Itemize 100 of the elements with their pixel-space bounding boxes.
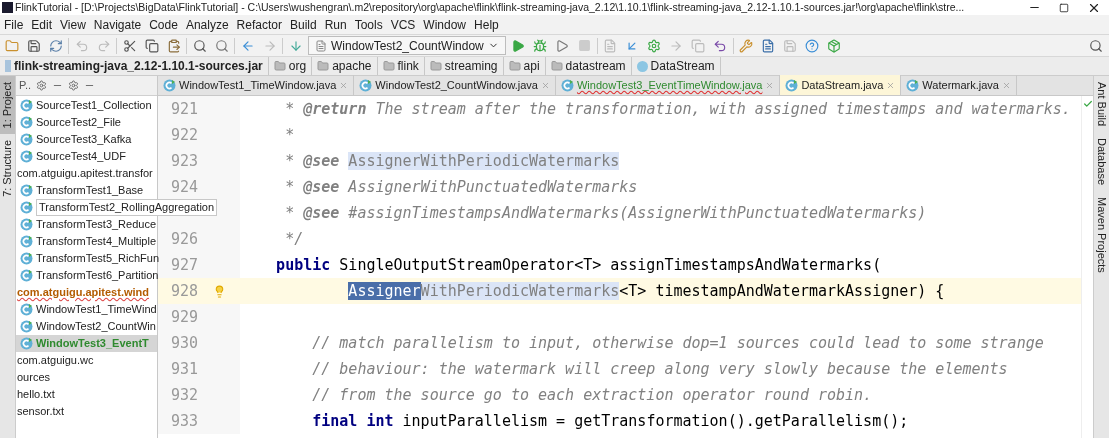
class-icon (163, 78, 176, 92)
line-number: 923 (170, 150, 198, 172)
folder-icon (317, 60, 330, 72)
line-number: 930 (170, 332, 198, 354)
code-line: // from the source go to each extraction operator round robin. (312, 385, 873, 405)
tree-item[interactable]: SourceTest2_File (16, 114, 157, 131)
editor-tab[interactable]: WindowTest2_CountWindow.java (354, 75, 556, 95)
folder-icon (508, 60, 521, 72)
tree-item[interactable]: SourceTest1_Collection (16, 97, 157, 114)
code-line: // behaviour: the watermark will creep along very slowly because the elements (312, 359, 1008, 379)
tree-item[interactable]: TransformTest4_Multiple (16, 233, 157, 250)
code-line: * (285, 125, 295, 145)
tree-item[interactable]: ources (16, 369, 157, 386)
folder-icon (429, 60, 442, 72)
line-number: 922 (170, 124, 198, 146)
settings-icon[interactable] (68, 80, 80, 91)
tree-item-label: WindowTest1_TimeWind (36, 302, 157, 317)
code-line: */ (285, 229, 304, 249)
menu-item[interactable]: Help (470, 15, 503, 34)
tree-item[interactable]: hello.txt (16, 386, 157, 403)
package-label: com.atguigu.apitest.wind (17, 285, 149, 300)
restore-icon[interactable] (1059, 2, 1069, 13)
file-icon (315, 39, 327, 52)
tree-item-label: hello.txt (17, 387, 55, 402)
menu-item[interactable]: Navigate (89, 15, 146, 34)
breadcrumb-item[interactable]: flink-streaming-java_2.12-1.10.1-sources.jar (0, 57, 269, 75)
breadcrumb-item[interactable]: org (268, 57, 313, 75)
tree-item[interactable]: WindowTest1_TimeWind (16, 301, 157, 318)
breadcrumb-item[interactable]: flink (377, 57, 425, 75)
folder-icon (382, 60, 395, 72)
code-line: * @see AssignerWithPunctuatedWatermarks (285, 177, 638, 197)
editor-tab[interactable]: Watermark.java (901, 75, 1017, 95)
class-icon (20, 337, 33, 350)
tree-item[interactable]: SourceTest3_Kafka (16, 131, 157, 148)
run-config-dropdown[interactable]: WindowTest2_CountWindow (308, 36, 506, 55)
code-line: * @see #assignTimestampsAndWatermarks(AssignerWithPunctuatedWatermarks) (285, 203, 927, 223)
tree-item-label: TransformTest5_RichFun (36, 251, 160, 266)
class-icon (20, 218, 33, 231)
folder-icon (273, 60, 286, 72)
menu-item[interactable]: View (56, 15, 90, 34)
app-icon (2, 2, 13, 13)
class-icon (20, 235, 33, 248)
class-icon (359, 78, 373, 92)
tree-item[interactable]: com.atguigu.wc (16, 352, 157, 369)
tree-item-label: sensor.txt (17, 404, 65, 419)
tree-item-label: WindowTest2_CountWin (36, 319, 156, 334)
line-number: 933 (170, 410, 198, 432)
archive-icon (5, 60, 11, 72)
line-number: 928 (170, 280, 198, 302)
menu-item[interactable]: Code (145, 15, 182, 34)
breadcrumb-item[interactable]: streaming (424, 57, 504, 75)
tree-item[interactable]: WindowTest2_CountWin (16, 318, 157, 335)
folder-icon (550, 60, 563, 72)
menu-item[interactable]: Edit (27, 15, 57, 34)
menu-item[interactable]: Analyze (181, 15, 233, 34)
code-line: * @return The stream after the transformation, with assigned timestamps and watermarks. (285, 99, 1071, 119)
tree-item[interactable]: TransformTest1_Base (16, 182, 157, 199)
breadcrumb-item[interactable]: DataStream (631, 57, 721, 75)
class-icon (560, 78, 574, 92)
tree-item[interactable]: TransformTest6_Partition (16, 267, 157, 284)
class-icon (785, 78, 799, 92)
breadcrumb-item[interactable]: datastream (545, 57, 632, 75)
tree-item[interactable]: TransformTest5_RichFun (16, 250, 157, 267)
tree-item-label: TransformTest6_Partition (36, 268, 159, 283)
tree-item-label: WindowTest3_EventT (36, 336, 149, 351)
tree-item[interactable]: SourceTest4_UDF (16, 148, 157, 165)
tool-window-tab[interactable]: Ant Build (1094, 76, 1109, 133)
tool-window-tab[interactable]: 7: Structure (0, 134, 15, 204)
breadcrumb-item[interactable]: apache (312, 57, 378, 75)
class-icon (20, 252, 33, 265)
tree-item[interactable]: com.atguigu.apitest.wind (16, 284, 157, 301)
breadcrumb-item[interactable]: api (503, 57, 546, 75)
menu-item[interactable]: Refactor (232, 15, 286, 34)
class-icon (20, 133, 33, 146)
menu-item[interactable]: Run (320, 15, 351, 34)
line-number: 931 (170, 358, 198, 380)
class-icon (906, 78, 920, 92)
menu-item[interactable]: File (0, 15, 28, 34)
menu-item[interactable]: VCS (386, 15, 420, 34)
tree-item-label: SourceTest3_Kafka (36, 132, 132, 147)
tool-window-tab[interactable]: 1: Project (0, 76, 15, 135)
tool-window-tab[interactable]: Maven Projects (1094, 191, 1109, 279)
view-dropdown[interactable]: P.. (19, 77, 32, 94)
menu-item[interactable]: Window (419, 15, 471, 34)
code-line: // match parallelism to input, otherwise dop=1 sources could lead to some strange (312, 333, 1044, 353)
code-line: * @see AssignerWithPeriodicWatermarks (285, 151, 620, 171)
tool-window-tab[interactable]: Database (1094, 132, 1109, 192)
menu-item[interactable]: Build (285, 15, 321, 34)
tree-item-label: TransformTest1_Base (36, 183, 144, 198)
line-number: 926 (170, 228, 198, 250)
line-number: 921 (170, 98, 198, 120)
tree-item-label: TransformTest4_Multiple (36, 234, 157, 249)
class-icon (20, 116, 33, 129)
line-number: 932 (170, 384, 198, 406)
tree-item-label: SourceTest4_UDF (36, 149, 126, 164)
editor-tab[interactable]: WindowTest1_TimeWindow.java (158, 75, 355, 95)
editor-tab[interactable]: DataStream.java (780, 75, 902, 95)
menu-item[interactable]: Tools (350, 15, 387, 34)
tree-item[interactable]: sensor.txt (16, 403, 157, 420)
tree-item[interactable]: TransformTest3_Reduce (16, 216, 157, 233)
